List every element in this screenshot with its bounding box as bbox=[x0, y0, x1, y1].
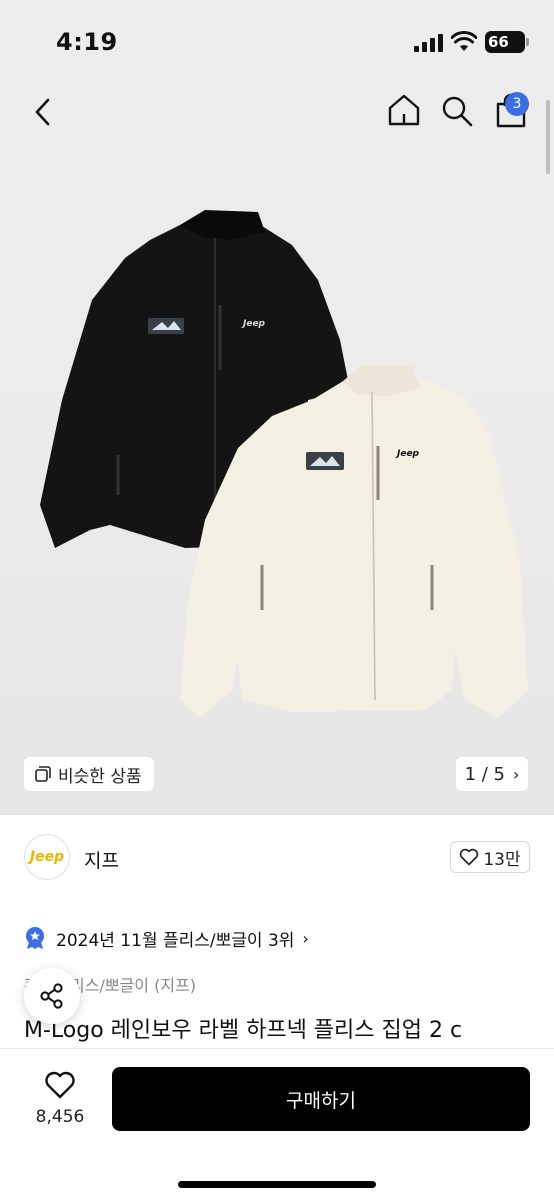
status-time: 4:19 bbox=[56, 28, 118, 56]
ranking-text: 2024년 11월 플리스/뽀글이 3위 bbox=[56, 930, 295, 951]
wifi-icon bbox=[451, 31, 477, 51]
battery-cap bbox=[526, 38, 529, 46]
ranking-link[interactable]: 2024년 11월 플리스/뽀글이 3위 › bbox=[24, 922, 309, 954]
chevron-right-icon: › bbox=[513, 764, 520, 784]
home-icon[interactable] bbox=[386, 92, 422, 128]
gallery-page-indicator[interactable]: 1 / 5 › bbox=[456, 757, 528, 791]
similar-items-icon bbox=[35, 766, 51, 782]
search-icon[interactable] bbox=[440, 94, 474, 128]
chevron-right-icon: › bbox=[302, 928, 309, 948]
svg-text:Jeep: Jeep bbox=[395, 449, 420, 459]
battery-level: 66 bbox=[488, 33, 509, 51]
brand-logo[interactable]: Jeep bbox=[24, 834, 70, 880]
ranking-badge-icon bbox=[26, 927, 44, 949]
page-indicator-text: 1 / 5 bbox=[464, 763, 505, 785]
similar-products-button[interactable]: 비슷한 상품 bbox=[24, 757, 154, 791]
brand-like-button[interactable]: 13만 bbox=[450, 841, 530, 873]
bottom-action-bar: 8,456 구매하기 bbox=[0, 1048, 554, 1200]
share-button[interactable] bbox=[24, 968, 80, 1024]
buy-button[interactable]: 구매하기 bbox=[112, 1067, 530, 1131]
svg-text:Jeep: Jeep bbox=[241, 319, 266, 329]
status-bar: 4:19 66 bbox=[0, 0, 554, 88]
share-icon bbox=[40, 983, 63, 1009]
heart-icon bbox=[45, 1071, 75, 1099]
wishlist-button[interactable]: 8,456 bbox=[28, 1071, 92, 1127]
battery-icon: 66 bbox=[485, 31, 525, 53]
brand-row: Jeep 지프 13만 bbox=[0, 834, 554, 880]
home-indicator bbox=[178, 1181, 376, 1188]
brand-name[interactable]: 지프 bbox=[84, 846, 119, 873]
cart-count-badge: 3 bbox=[505, 92, 529, 116]
wishlist-count: 8,456 bbox=[35, 1107, 85, 1127]
heart-icon bbox=[460, 848, 479, 866]
similar-products-label: 비슷한 상품 bbox=[58, 766, 142, 787]
product-title: M-Logo 레인보우 라벨 하프넥 플리스 집업 2 c bbox=[24, 1018, 463, 1043]
brand-logo-text: Jeep bbox=[29, 849, 65, 865]
back-arrow-icon[interactable] bbox=[28, 94, 58, 130]
product-image[interactable]: Jeep Jeep bbox=[0, 150, 554, 760]
top-navigation bbox=[0, 88, 554, 138]
scrollbar[interactable] bbox=[546, 100, 550, 174]
cellular-signal-icon bbox=[414, 34, 444, 52]
brand-like-count: 13만 bbox=[483, 849, 521, 870]
